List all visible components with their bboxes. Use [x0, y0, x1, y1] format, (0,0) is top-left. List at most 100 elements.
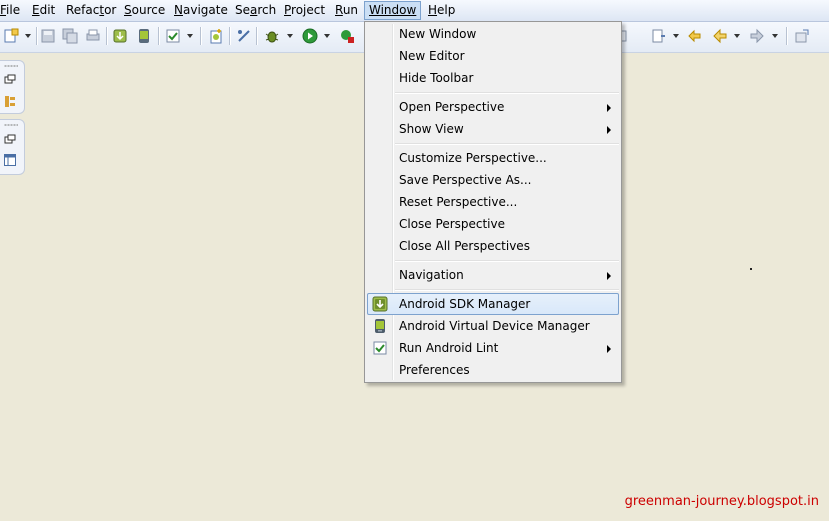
android-sdk-manager-icon: [372, 296, 388, 312]
menu-file[interactable]: File: [0, 1, 24, 20]
menu-navigate[interactable]: Navigate: [170, 1, 232, 20]
menu-item-label: Open Perspective: [399, 100, 505, 114]
menu-item-label: New Editor: [399, 49, 465, 63]
checkbox-icon[interactable]: [165, 28, 181, 44]
menu-item-customize-perspective[interactable]: Customize Perspective...: [367, 147, 619, 169]
lint-check-icon: [373, 341, 387, 355]
save-icon[interactable]: [40, 28, 56, 44]
menu-help-mnemonic: H: [428, 3, 438, 17]
android-sdk-manager-icon[interactable]: [112, 28, 128, 44]
menu-item-open-perspective[interactable]: Open Perspective: [367, 96, 619, 118]
new-dropdown-arrow[interactable]: [25, 34, 31, 38]
menu-item-close-all-perspectives[interactable]: Close All Perspectives: [367, 235, 619, 257]
restore-icon[interactable]: [4, 134, 16, 144]
open-perspective-icon[interactable]: [794, 28, 810, 44]
menu-refactor[interactable]: Refactor: [62, 1, 120, 20]
toolbar-separator: [256, 27, 258, 45]
debug-link-icon[interactable]: [236, 28, 252, 44]
android-avd-icon[interactable]: [136, 28, 152, 44]
new-icon[interactable]: [3, 28, 19, 44]
menu-edit[interactable]: Edit: [28, 1, 59, 20]
menu-source-mnemonic: S: [124, 3, 132, 17]
menu-item-label: Close All Perspectives: [399, 239, 530, 253]
submenu-arrow-icon: [607, 104, 611, 112]
menu-item-label: Show View: [399, 122, 464, 136]
trim-handle[interactable]: [4, 65, 18, 67]
menu-item-hide-toolbar[interactable]: Hide Toolbar: [367, 67, 619, 89]
debug-icon[interactable]: [264, 28, 280, 44]
menu-item-new-window[interactable]: New Window: [367, 23, 619, 45]
menu-refactor-pre: Refac: [66, 3, 100, 17]
menu-item-run-android-lint[interactable]: Run Android Lint: [367, 337, 619, 359]
menu-item-android-virtual-device-manager[interactable]: Android Virtual Device Manager: [367, 315, 619, 337]
menu-item-new-editor[interactable]: New Editor: [367, 45, 619, 67]
menu-project-rest: roject: [291, 3, 326, 17]
package-explorer-icon[interactable]: [4, 95, 16, 108]
left-trim-stack-top: [0, 60, 25, 114]
menu-item-label: Navigation: [399, 268, 464, 282]
toolbar-separator: [158, 27, 160, 45]
menu-item-close-perspective[interactable]: Close Perspective: [367, 213, 619, 235]
menu-refactor-rest: or: [104, 3, 117, 17]
menu-run[interactable]: Run: [331, 1, 362, 20]
new-android-project-icon[interactable]: [208, 28, 224, 44]
menu-window[interactable]: Window: [364, 1, 422, 20]
menu-navigate-mnemonic: N: [174, 3, 183, 17]
menu-run-rest: un: [342, 3, 359, 17]
menu-source[interactable]: Source: [120, 1, 169, 20]
menu-item-save-perspective-as[interactable]: Save Perspective As...: [367, 169, 619, 191]
menu-file-rest: ile: [6, 3, 21, 17]
forward-icon[interactable]: [749, 28, 765, 44]
menu-item-label: Close Perspective: [399, 217, 506, 231]
menu-item-android-sdk-manager[interactable]: Android SDK Manager: [367, 293, 619, 315]
stray-pixel: [750, 268, 752, 270]
print-icon[interactable]: [85, 28, 101, 44]
next-annotation-icon[interactable]: [650, 28, 666, 44]
toolbar-separator: [36, 27, 38, 45]
left-trim-stack-bottom: [0, 119, 25, 175]
toolbar-separator: [106, 27, 108, 45]
menu-item-navigation[interactable]: Navigation: [367, 264, 619, 286]
restore-icon[interactable]: [4, 74, 16, 84]
external-tools-icon[interactable]: [339, 28, 355, 44]
menu-item-label: Android Virtual Device Manager: [399, 319, 590, 333]
debug-dropdown-arrow[interactable]: [287, 34, 293, 38]
run-dropdown-arrow[interactable]: [324, 34, 330, 38]
watermark-text: greenman-journey.blogspot.in: [624, 494, 819, 509]
menu-search[interactable]: Search: [231, 1, 280, 20]
menu-item-label: Save Perspective As...: [399, 173, 532, 187]
back-icon[interactable]: [712, 28, 728, 44]
checkbox-dropdown-arrow[interactable]: [187, 34, 193, 38]
toolbar-separator: [200, 27, 202, 45]
toolbar-separator: [229, 27, 231, 45]
menu-window-label: Window: [369, 3, 417, 17]
menu-item-reset-perspective[interactable]: Reset Perspective...: [367, 191, 619, 213]
menu-separator: [395, 260, 619, 262]
save-all-icon[interactable]: [62, 28, 78, 44]
menu-navigate-rest: avigate: [182, 3, 228, 17]
submenu-arrow-icon: [607, 272, 611, 280]
menu-item-preferences[interactable]: Preferences: [367, 359, 619, 381]
menu-project-mnemonic: P: [284, 3, 292, 17]
last-edit-location-icon[interactable]: [686, 28, 702, 44]
menu-item-label: Run Android Lint: [399, 341, 499, 355]
menu-search-rest: rch: [257, 3, 277, 17]
submenu-arrow-icon: [607, 345, 611, 353]
next-annotation-dropdown-arrow[interactable]: [673, 34, 679, 38]
menu-help[interactable]: Help: [424, 1, 459, 20]
menu-edit-mnemonic: E: [32, 3, 40, 17]
back-dropdown-arrow[interactable]: [734, 34, 740, 38]
run-icon[interactable]: [302, 28, 318, 44]
menu-item-show-view[interactable]: Show View: [367, 118, 619, 140]
trim-handle[interactable]: [4, 124, 18, 126]
menu-search-pre: Se: [235, 3, 250, 17]
menu-source-rest: ource: [131, 3, 166, 17]
menu-item-label: Hide Toolbar: [399, 71, 474, 85]
window-menu-dropdown: New Window New Editor Hide Toolbar Open …: [364, 21, 622, 383]
submenu-arrow-icon: [607, 126, 611, 134]
menu-edit-rest: dit: [39, 3, 56, 17]
outline-view-icon[interactable]: [4, 154, 16, 166]
menu-separator: [395, 92, 619, 94]
menu-project[interactable]: Project: [280, 1, 329, 20]
forward-dropdown-arrow[interactable]: [772, 34, 778, 38]
